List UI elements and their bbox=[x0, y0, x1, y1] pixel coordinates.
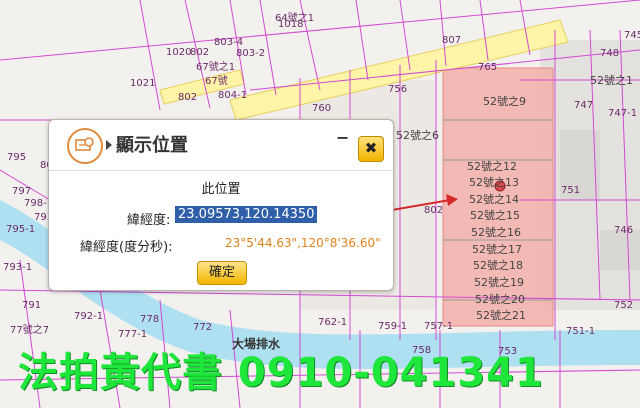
contact-banner: 法拍黃代書 0910-041341 bbox=[18, 350, 544, 396]
parcel-label: 802 bbox=[424, 205, 444, 216]
house-number: 52號之17 bbox=[472, 243, 522, 256]
parcel-label: 1018 bbox=[278, 19, 304, 30]
house-number: 52號之12 bbox=[467, 160, 517, 173]
house-number: 52號之16 bbox=[471, 226, 521, 239]
parcel-label: 1021 bbox=[130, 78, 156, 89]
dialog-header: 顯示位置 − ✖ bbox=[49, 120, 393, 171]
parcel-label: 793-1 bbox=[3, 262, 33, 273]
parcel-label: 803-2 bbox=[236, 48, 266, 59]
dms-label: 緯經度(度分秒): bbox=[80, 240, 173, 255]
parcel-label: 778 bbox=[140, 314, 160, 325]
close-button[interactable]: ✖ bbox=[358, 136, 384, 162]
show-location-dialog[interactable]: 顯示位置 − ✖ 此位置 緯經度: 23.09573,120.14350 緯經度… bbox=[48, 119, 394, 291]
parcel-label: 752 bbox=[614, 300, 634, 311]
ok-button[interactable]: 確定 bbox=[197, 261, 247, 285]
parcel-label: 804-1 bbox=[218, 90, 248, 101]
house-number: 52號之14 bbox=[469, 193, 519, 206]
parcel-label: 747 bbox=[574, 100, 594, 111]
house-number: 52號之13 bbox=[469, 176, 519, 189]
title-arrow-icon bbox=[106, 140, 112, 150]
house-number: 52號之1 bbox=[590, 74, 633, 87]
parcel-label: 777-1 bbox=[118, 329, 148, 340]
parcel-label: 802 bbox=[190, 47, 210, 58]
parcel-label: 803-4 bbox=[214, 37, 244, 48]
parcel-label: 756 bbox=[388, 84, 408, 95]
minimize-button[interactable]: − bbox=[336, 128, 349, 147]
parcel-label: 1020 bbox=[166, 47, 192, 58]
house-number: 52號之9 bbox=[483, 95, 526, 108]
dialog-title: 顯示位置 bbox=[116, 135, 188, 156]
parcel-label: 751 bbox=[561, 185, 581, 196]
parcel-label: 747-1 bbox=[608, 108, 638, 119]
house-number: 52號之15 bbox=[470, 209, 520, 222]
position-heading: 此位置 bbox=[201, 182, 241, 197]
parcel-label: 757-1 bbox=[424, 321, 454, 332]
parcel-label: 751-1 bbox=[566, 326, 596, 337]
house-number: 52號之6 bbox=[396, 129, 439, 142]
latlng-value[interactable]: 23.09573,120.14350 bbox=[175, 206, 318, 223]
parcel-label: 67號 bbox=[205, 76, 228, 87]
parcel-label: 67號之1 bbox=[196, 62, 236, 73]
parcel-label: 792-1 bbox=[74, 311, 104, 322]
parcel-label: 807 bbox=[442, 35, 462, 46]
parcel-label: 795 bbox=[7, 152, 27, 163]
parcel-label: 797 bbox=[12, 186, 32, 197]
parcel-label: 802 bbox=[178, 92, 198, 103]
house-number: 52號之19 bbox=[474, 276, 524, 289]
parcel-label: 791 bbox=[22, 300, 42, 311]
parcel-label: 77號之7 bbox=[10, 325, 50, 336]
parcel-label: 762-1 bbox=[318, 317, 348, 328]
location-card-icon bbox=[67, 128, 103, 164]
house-number: 52號之21 bbox=[476, 309, 526, 322]
parcel-label: 748 bbox=[600, 48, 620, 59]
house-number: 52號之18 bbox=[473, 259, 523, 272]
parcel-label: 746 bbox=[614, 225, 634, 236]
parcel-label: 772 bbox=[193, 322, 213, 333]
house-number: 52號之20 bbox=[475, 293, 525, 306]
parcel-label: 759-1 bbox=[378, 321, 408, 332]
parcel-label: 765 bbox=[478, 62, 498, 73]
latlng-label: 緯經度: bbox=[127, 213, 171, 228]
parcel-label: 795-1 bbox=[6, 224, 36, 235]
parcel-label: 760 bbox=[312, 103, 332, 114]
dms-value[interactable]: 23°5'44.63",120°8'36.60" bbox=[225, 236, 381, 250]
parcel-label: 745 bbox=[624, 30, 640, 41]
